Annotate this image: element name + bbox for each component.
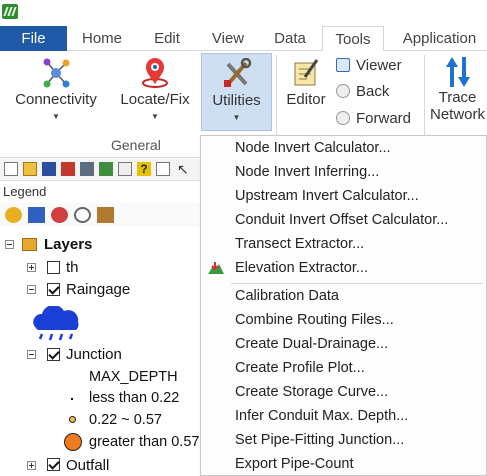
table-icon[interactable] [118, 162, 132, 176]
viewer-icon [336, 58, 350, 72]
forward-arrow-icon [336, 111, 350, 125]
back-arrow-icon [336, 84, 350, 98]
ribbon-tabs: File Home Edit View Data Tools Applicati… [0, 26, 487, 52]
tab-application[interactable]: Application [392, 26, 487, 51]
trace-arrows-icon [445, 57, 470, 87]
menu-item-create-profile-plot[interactable]: Create Profile Plot... [201, 356, 486, 380]
menu-item-infer-conduit-max-depth[interactable]: Infer Conduit Max. Depth... [201, 404, 486, 428]
connectivity-label: Connectivity [15, 91, 97, 108]
connectivity-button[interactable]: Connectivity ▼ [4, 53, 108, 133]
group-general-label: General [111, 137, 161, 153]
brush-icon[interactable] [97, 207, 114, 223]
back-button[interactable]: Back [336, 81, 389, 103]
tools-icon [223, 58, 251, 87]
chevron-down-icon: ▼ [52, 112, 60, 121]
trace-network-button[interactable]: Trace Network [428, 53, 487, 133]
menu-item-combine-routing-files[interactable]: Combine Routing Files... [201, 308, 486, 332]
map-toolbar: ? ↖ [0, 159, 200, 181]
save-as-icon[interactable] [61, 162, 75, 176]
trace-label-line2: Network [429, 106, 485, 123]
utilities-dropdown-menu: Node Invert Calculator... Node Invert In… [200, 135, 487, 476]
outfall-checkbox[interactable] [47, 458, 60, 471]
tab-data[interactable]: Data [262, 26, 318, 51]
add-layer-icon[interactable] [5, 207, 22, 223]
menu-item-transect-extractor[interactable]: Transect Extractor... [201, 232, 486, 256]
help-icon[interactable]: ? [137, 162, 151, 176]
menu-item-export-pipe-count[interactable]: Export Pipe-Count [201, 452, 486, 476]
locate-fix-label: Locate/Fix [120, 91, 190, 108]
collapse-raingage-toggle[interactable] [27, 285, 36, 294]
collapse-junction-toggle[interactable] [27, 350, 36, 359]
tab-edit[interactable]: Edit [139, 26, 195, 51]
editor-icon [294, 59, 319, 86]
layers-icon [22, 238, 37, 251]
utilities-button[interactable]: Utilities ▼ [201, 53, 272, 131]
menu-item-create-dual-drainage[interactable]: Create Dual-Drainage... [201, 332, 486, 356]
chevron-down-icon: ▼ [151, 112, 159, 121]
print-icon[interactable] [80, 162, 94, 176]
large-dot-icon [64, 433, 82, 451]
pointer-icon[interactable]: ↖ [177, 162, 191, 176]
connectivity-icon [43, 58, 70, 88]
chevron-down-icon: ▼ [232, 113, 241, 122]
save-icon[interactable] [42, 162, 56, 176]
expand-outfall-toggle[interactable] [27, 461, 36, 470]
new-file-icon[interactable] [4, 162, 18, 176]
menu-item-node-invert-inferring[interactable]: Node Invert Inferring... [201, 160, 486, 184]
menu-item-calibration-data[interactable]: Calibration Data [201, 284, 486, 308]
editor-button[interactable]: Editor [282, 53, 330, 117]
greater-than-label: greater than 0.57 [89, 434, 200, 450]
trace-label-line1: Trace [438, 89, 477, 106]
junction-label: Junction [66, 346, 122, 363]
raingage-symbol-icon [33, 306, 79, 341]
layer-stack-icon[interactable] [28, 207, 45, 223]
less-than-label: less than 0.22 [89, 390, 180, 406]
menu-item-elevation-extractor[interactable]: Elevation Extractor... [201, 256, 486, 280]
map-pin-icon [142, 58, 168, 88]
tab-tools[interactable]: Tools [322, 26, 384, 52]
editor-label: Editor [286, 91, 326, 108]
max-depth-label: MAX_DEPTH [89, 369, 178, 385]
small-dot-icon [71, 398, 73, 400]
back-label: Back [356, 83, 390, 100]
app-logo-icon [2, 4, 18, 19]
tab-file[interactable]: File [0, 26, 67, 51]
junction-checkbox[interactable] [47, 348, 60, 361]
outfall-label: Outfall [66, 457, 110, 474]
menu-item-upstream-invert-calculator[interactable]: Upstream Invert Calculator... [201, 184, 486, 208]
forward-button[interactable]: Forward [336, 108, 411, 130]
collapse-layers-toggle[interactable] [5, 240, 14, 249]
open-folder-icon[interactable] [23, 162, 37, 176]
tab-view[interactable]: View [200, 26, 256, 51]
title-bar [0, 0, 487, 26]
legend-tree: Layers th Raingage Junction MAX_DEPTH le… [0, 228, 200, 476]
medium-dot-icon [69, 416, 76, 423]
locate-fix-button[interactable]: Locate/Fix ▼ [110, 53, 200, 133]
menu-item-node-invert-calculator[interactable]: Node Invert Calculator... [201, 136, 486, 160]
viewer-button[interactable]: Viewer [336, 55, 402, 77]
legend-title: Legend [3, 184, 47, 199]
utilities-label: Utilities [212, 92, 261, 109]
map-icon[interactable] [156, 162, 170, 176]
tool-icon[interactable] [99, 162, 113, 176]
legend-toolbar [0, 203, 200, 227]
th-checkbox[interactable] [47, 261, 60, 274]
range-label: 0.22 ~ 0.57 [89, 412, 162, 428]
menu-item-set-pipe-fitting-junction[interactable]: Set Pipe-Fitting Junction... [201, 428, 486, 452]
layers-label: Layers [44, 236, 93, 253]
menu-item-conduit-invert-offset-calculator[interactable]: Conduit Invert Offset Calculator... [201, 208, 486, 232]
zoom-icon[interactable] [74, 207, 91, 223]
expand-th-toggle[interactable] [27, 263, 36, 272]
menu-item-create-storage-curve[interactable]: Create Storage Curve... [201, 380, 486, 404]
tab-home[interactable]: Home [72, 26, 132, 51]
raingage-label: Raingage [66, 281, 131, 298]
palette-icon[interactable] [51, 207, 68, 223]
raingage-checkbox[interactable] [47, 283, 60, 296]
th-label: th [66, 259, 79, 276]
forward-label: Forward [356, 110, 412, 127]
viewer-label: Viewer [356, 57, 402, 74]
